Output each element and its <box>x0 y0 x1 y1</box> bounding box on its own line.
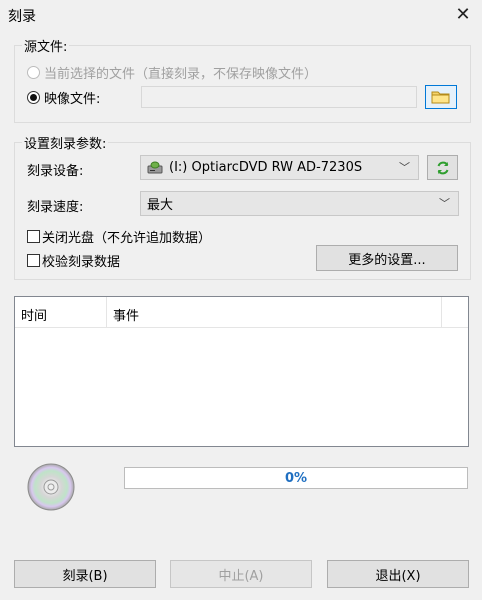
progress-text: 0% <box>284 470 308 486</box>
image-path-input[interactable] <box>141 86 417 108</box>
radio-current-file[interactable] <box>27 66 40 79</box>
column-divider <box>441 297 442 327</box>
radio-image-file[interactable] <box>27 91 40 104</box>
chevron-down-icon: ﹀ <box>399 160 410 174</box>
event-log[interactable]: 时间 事件 <box>14 296 469 447</box>
device-select[interactable]: (I:) OptiarcDVD RW AD-7230S ﹀ <box>140 155 419 180</box>
column-divider <box>106 297 107 327</box>
device-select-value: (I:) OptiarcDVD RW AD-7230S <box>169 160 363 175</box>
more-settings-button[interactable]: 更多的设置... <box>316 245 458 271</box>
stop-button[interactable]: 中止(A) <box>170 560 312 588</box>
drive-icon <box>147 161 163 173</box>
refresh-button[interactable] <box>427 155 458 180</box>
verify-label: 校验刻录数据 <box>42 255 121 270</box>
speed-select[interactable]: 最大 ﹀ <box>140 191 459 216</box>
disc-icon <box>26 462 76 512</box>
progress-bar: 0% <box>124 467 468 489</box>
browse-button[interactable] <box>425 85 457 109</box>
speed-label: 刻录速度: <box>27 200 84 215</box>
close-icon[interactable]: ✕ <box>449 0 477 28</box>
option-current-file-label: 当前选择的文件（直接刻录，不保存映像文件） <box>44 67 318 82</box>
chevron-down-icon: ﹀ <box>439 196 450 210</box>
close-disc-checkbox[interactable] <box>27 230 40 243</box>
folder-icon <box>431 91 450 104</box>
verify-checkbox[interactable] <box>27 254 40 267</box>
burn-button[interactable]: 刻录(B) <box>14 560 156 588</box>
log-header: 时间 事件 <box>15 297 468 328</box>
exit-button[interactable]: 退出(X) <box>327 560 469 588</box>
log-column-event[interactable]: 事件 <box>113 305 139 324</box>
speed-select-value: 最大 <box>147 198 174 213</box>
params-group-label: 设置刻录参数: <box>22 133 109 152</box>
source-group <box>14 45 471 123</box>
device-label: 刻录设备: <box>27 164 84 179</box>
log-column-time[interactable]: 时间 <box>21 305 47 324</box>
option-image-file-label: 映像文件: <box>44 92 101 107</box>
close-disc-label: 关闭光盘（不允许追加数据） <box>42 231 212 246</box>
source-group-label: 源文件: <box>22 36 70 55</box>
window-title: 刻录 <box>8 9 36 25</box>
refresh-icon <box>437 161 448 174</box>
